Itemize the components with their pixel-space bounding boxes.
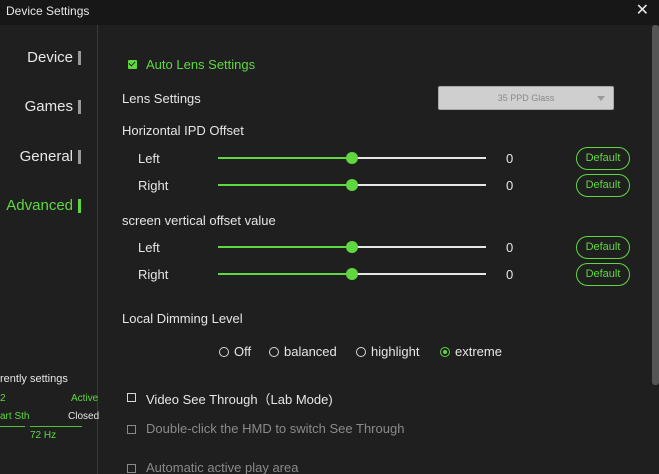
play-area-checkbox[interactable] <box>127 464 136 473</box>
nav-indicator <box>78 51 81 65</box>
chevron-down-icon <box>597 96 605 101</box>
current-setting-status: Active <box>71 393 99 404</box>
vertical-offset-title: screen vertical offset value <box>122 213 276 228</box>
double-click-checkbox[interactable] <box>127 425 136 434</box>
vertical-left-value: 0 <box>506 240 514 255</box>
vertical-right-default-button[interactable]: Default <box>576 263 630 286</box>
ipd-left-value: 0 <box>506 151 514 166</box>
slider-thumb[interactable] <box>346 152 358 164</box>
sidebar-item-label: General <box>19 148 73 165</box>
sidebar-item-games[interactable]: Games <box>24 98 81 115</box>
slider-fill <box>218 184 352 186</box>
play-area-label: Automatic active play area <box>146 460 299 474</box>
current-setting-name: art Sth <box>0 411 30 422</box>
vertical-right-value: 0 <box>506 267 514 282</box>
dimming-option-label: balanced <box>284 344 337 359</box>
dimming-option-label: Off <box>234 344 252 359</box>
dimming-title: Local Dimming Level <box>122 311 243 326</box>
vertical-right-label: Right <box>138 267 169 282</box>
ipd-right-value: 0 <box>506 178 514 193</box>
sidebar-item-general[interactable]: General <box>19 148 81 165</box>
dimming-option-label: extreme <box>455 344 502 359</box>
slider-fill <box>218 246 352 248</box>
current-setting-status: Closed <box>68 411 100 422</box>
slider-thumb[interactable] <box>346 179 358 191</box>
double-click-label: Double-click the HMD to switch See Throu… <box>146 421 405 436</box>
ipd-left-slider[interactable] <box>218 152 486 164</box>
current-settings-title: rently settings <box>0 373 68 385</box>
sidebar-item-label: Games <box>24 98 73 115</box>
ipd-left-default-button[interactable]: Default <box>576 147 630 170</box>
slider-thumb[interactable] <box>346 241 358 253</box>
ipd-right-slider[interactable] <box>218 179 486 191</box>
vertical-left-slider[interactable] <box>218 241 486 253</box>
slider-fill <box>218 157 352 159</box>
sidebar-item-label: Advanced <box>6 197 73 214</box>
auto-lens-checkbox[interactable] <box>128 60 137 69</box>
slider-fill <box>218 273 352 275</box>
settings-panel: Auto Lens Settings Lens Settings 35 PPD … <box>99 25 659 474</box>
dimming-radio-highlight[interactable] <box>356 347 366 357</box>
refresh-rate: 72 Hz <box>30 430 57 441</box>
nav-indicator <box>78 100 81 114</box>
sidebar-item-advanced[interactable]: Advanced <box>6 197 81 214</box>
close-icon[interactable]: ✕ <box>636 2 649 20</box>
divider <box>30 426 82 427</box>
lens-select-value: 35 PPD Glass <box>497 93 555 103</box>
vertical-left-label: Left <box>138 240 160 255</box>
sidebar-item-label: Device <box>27 49 73 66</box>
dimming-radio-balanced[interactable] <box>269 347 279 357</box>
sidebar-item-device[interactable]: Device <box>27 49 81 66</box>
dimming-radio-off[interactable] <box>219 347 229 357</box>
lab-mode-label: Video See Through（Lab Mode) <box>146 392 333 407</box>
nav-indicator <box>78 150 81 164</box>
window-title: Device Settings <box>6 4 90 18</box>
scrollbar[interactable] <box>652 25 659 385</box>
dimming-radio-extreme[interactable] <box>440 347 450 357</box>
lab-mode-checkbox[interactable] <box>127 393 136 402</box>
current-setting-name: 2 <box>0 393 6 404</box>
title-bar: Device Settings ✕ <box>0 0 659 25</box>
ipd-left-label: Left <box>138 151 160 166</box>
dimming-option-label: highlight <box>371 344 420 359</box>
divider <box>0 426 25 427</box>
sidebar: Device Games General Advanced rently set… <box>0 25 100 474</box>
lens-select[interactable]: 35 PPD Glass <box>438 86 614 110</box>
lens-settings-label: Lens Settings <box>122 91 201 106</box>
ipd-title: Horizontal IPD Offset <box>122 123 244 138</box>
ipd-right-label: Right <box>138 178 169 193</box>
vertical-left-default-button[interactable]: Default <box>576 236 630 259</box>
slider-thumb[interactable] <box>346 268 358 280</box>
ipd-right-default-button[interactable]: Default <box>576 174 630 197</box>
nav-indicator <box>78 199 81 213</box>
vertical-right-slider[interactable] <box>218 268 486 280</box>
auto-lens-label: Auto Lens Settings <box>146 57 256 72</box>
